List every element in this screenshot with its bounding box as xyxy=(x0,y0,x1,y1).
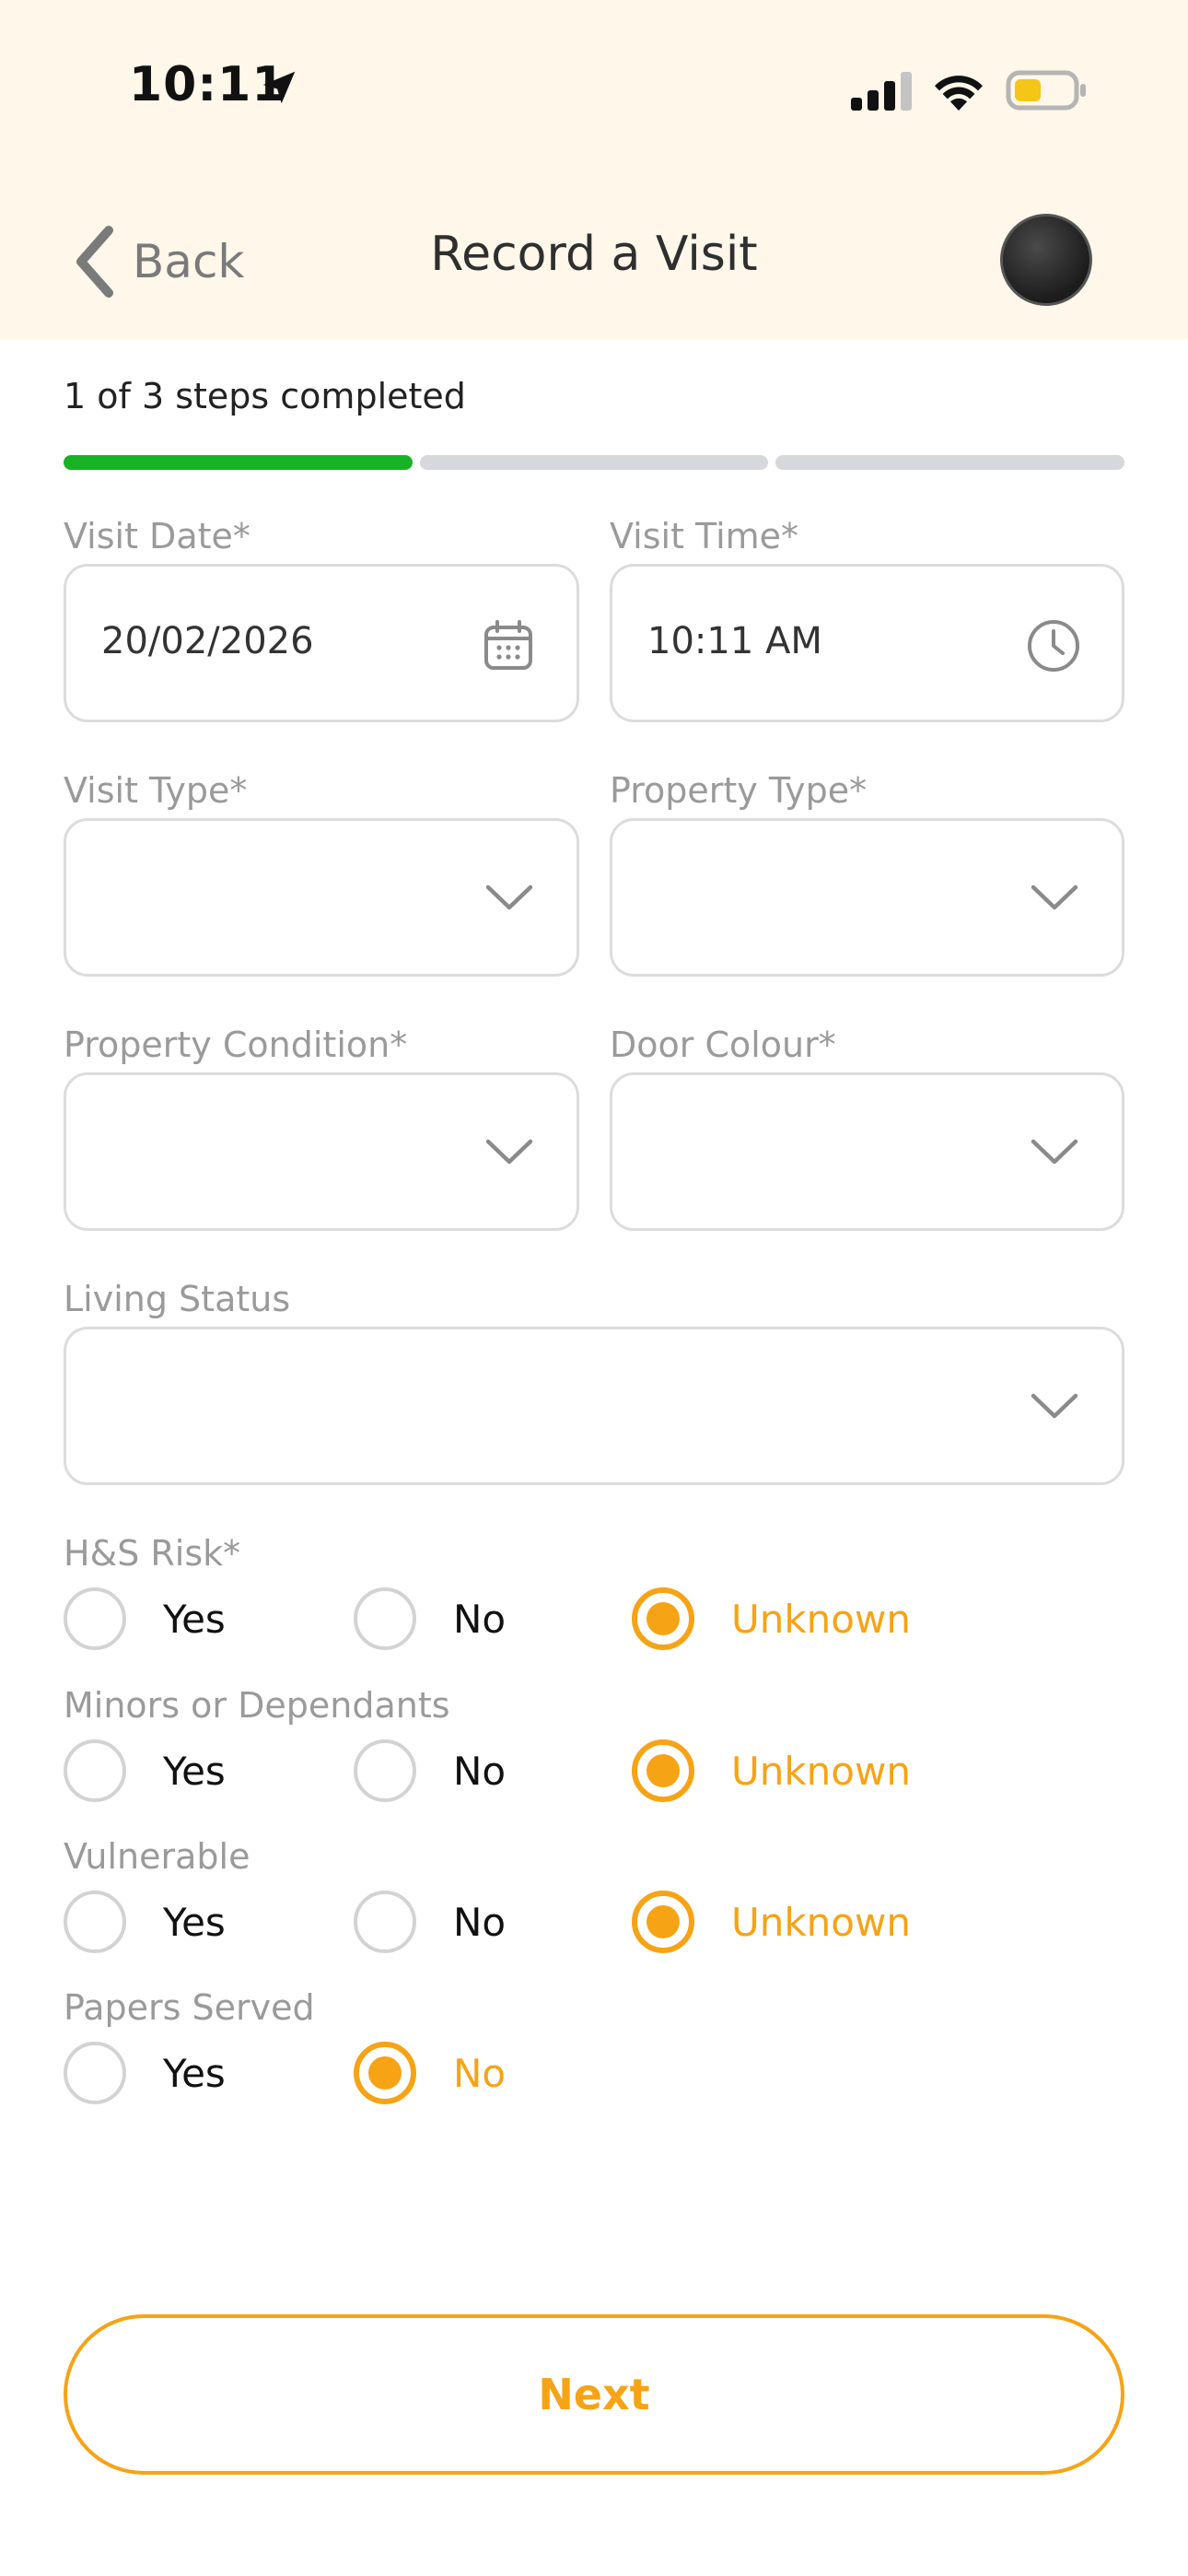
radio-label: No xyxy=(453,1596,507,1642)
radio-circle xyxy=(64,2042,126,2104)
property-type-select[interactable] xyxy=(610,818,1124,977)
chevron-down-icon xyxy=(1031,1393,1078,1419)
radio-label: Yes xyxy=(163,1899,226,1945)
chevron-down-icon xyxy=(1031,884,1078,910)
radio-label: Yes xyxy=(163,1596,226,1642)
chevron-down-icon xyxy=(485,884,533,910)
visit-date-value: 20/02/2026 xyxy=(101,620,314,662)
minors-unknown-radio[interactable]: Unknown xyxy=(632,1739,911,1803)
radio-circle xyxy=(632,1587,694,1650)
radio-label: No xyxy=(453,1748,507,1794)
radio-label: Yes xyxy=(163,1748,226,1794)
visit-time-label: Visit Time* xyxy=(610,516,799,556)
hs-risk-no-radio[interactable]: No xyxy=(354,1587,506,1651)
radio-label: No xyxy=(453,1899,507,1945)
vulnerable-label: Vulnerable xyxy=(64,1836,250,1877)
door-colour-select[interactable] xyxy=(610,1072,1124,1231)
property-condition-select[interactable] xyxy=(64,1072,579,1231)
avatar[interactable] xyxy=(1000,214,1092,306)
radio-circle xyxy=(354,1739,416,1802)
radio-circle xyxy=(354,2042,416,2104)
vulnerable-no-radio[interactable]: No xyxy=(354,1890,506,1954)
radio-circle xyxy=(64,1739,126,1802)
papers-served-no-radio[interactable]: No xyxy=(354,2041,506,2105)
visit-time-field[interactable]: 10:11 AM xyxy=(610,564,1124,722)
property-condition-label: Property Condition* xyxy=(64,1025,408,1065)
wifi-icon xyxy=(935,76,983,111)
radio-circle xyxy=(632,1891,694,1953)
vulnerable-yes-radio[interactable]: Yes xyxy=(64,1890,226,1954)
clock-icon xyxy=(1028,620,1079,672)
property-type-label: Property Type* xyxy=(610,770,868,811)
radio-circle xyxy=(354,1587,416,1650)
minors-yes-radio[interactable]: Yes xyxy=(64,1739,226,1803)
living-status-label: Living Status xyxy=(64,1279,291,1319)
hs-risk-label: H&S Risk* xyxy=(64,1533,241,1574)
radio-circle xyxy=(354,1891,416,1953)
vulnerable-unknown-radio[interactable]: Unknown xyxy=(632,1890,911,1954)
battery-icon xyxy=(1006,70,1086,111)
papers-served-yes-radio[interactable]: Yes xyxy=(64,2041,226,2105)
minors-label: Minors or Dependants xyxy=(64,1685,450,1726)
calendar-icon xyxy=(484,620,532,670)
visit-type-label: Visit Type* xyxy=(64,770,248,811)
chevron-down-icon xyxy=(1031,1139,1078,1165)
visit-date-label: Visit Date* xyxy=(64,516,250,556)
papers-served-label: Papers Served xyxy=(64,1987,315,2028)
header-bar: 10:11 Back Record a Visit xyxy=(0,0,1188,339)
radio-label: Unknown xyxy=(731,1596,911,1642)
hs-risk-unknown-radio[interactable]: Unknown xyxy=(632,1587,911,1651)
steps-progress-text: 1 of 3 steps completed xyxy=(64,376,466,416)
living-status-select[interactable] xyxy=(64,1327,1124,1485)
radio-label: Unknown xyxy=(731,1748,911,1794)
visit-date-field[interactable]: 20/02/2026 xyxy=(64,564,579,722)
step-progress-bar xyxy=(64,455,1125,470)
radio-circle xyxy=(64,1587,126,1650)
door-colour-label: Door Colour* xyxy=(610,1025,836,1065)
progress-segment-1 xyxy=(64,455,413,470)
visit-type-select[interactable] xyxy=(64,818,579,977)
radio-label: Unknown xyxy=(731,1899,911,1945)
chevron-down-icon xyxy=(485,1139,533,1165)
radio-label: No xyxy=(453,2050,507,2096)
hs-risk-yes-radio[interactable]: Yes xyxy=(64,1587,226,1651)
cellular-signal-icon xyxy=(851,72,912,111)
minors-no-radio[interactable]: No xyxy=(354,1739,506,1803)
radio-label: Yes xyxy=(163,2050,226,2096)
progress-segment-2 xyxy=(419,455,769,470)
location-arrow-icon xyxy=(262,71,296,104)
next-button[interactable]: Next xyxy=(64,2314,1124,2475)
progress-segment-3 xyxy=(775,455,1125,470)
radio-circle xyxy=(632,1739,694,1802)
radio-circle xyxy=(64,1891,126,1953)
visit-time-value: 10:11 AM xyxy=(647,620,822,662)
